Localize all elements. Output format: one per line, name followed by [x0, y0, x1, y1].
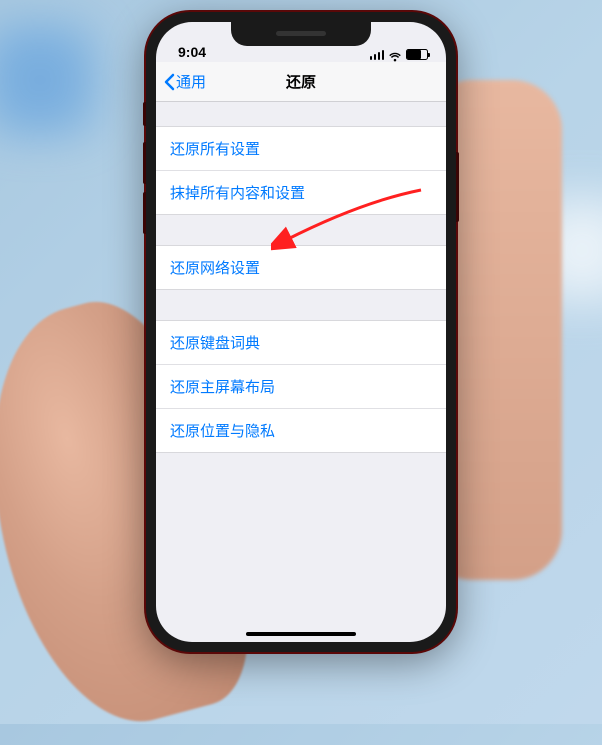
back-button[interactable]: 通用 — [164, 71, 206, 92]
list-item-label: 还原所有设置 — [170, 138, 260, 159]
phone-screen: 9:04 通用 还原 还原所有设置 — [156, 22, 446, 642]
reset-keyboard-dictionary-item[interactable]: 还原键盘词典 — [156, 321, 446, 365]
phone-frame: 9:04 通用 还原 还原所有设置 — [146, 12, 456, 652]
navigation-bar: 通用 还原 — [156, 62, 446, 102]
reset-network-settings-item[interactable]: 还原网络设置 — [156, 246, 446, 289]
list-item-label: 还原键盘词典 — [170, 332, 260, 353]
list-item-label: 还原位置与隐私 — [170, 420, 275, 441]
phone-notch — [231, 22, 371, 46]
background-blur — [532, 200, 602, 300]
background-blur — [0, 20, 100, 140]
reset-home-layout-item[interactable]: 还原主屏幕布局 — [156, 365, 446, 409]
reset-location-privacy-item[interactable]: 还原位置与隐私 — [156, 409, 446, 452]
status-time: 9:04 — [178, 44, 206, 60]
settings-content: 还原所有设置 抹掉所有内容和设置 还原网络设置 还原键盘词典 还原主屏幕布局 — [156, 102, 446, 453]
page-title: 还原 — [286, 71, 316, 92]
erase-all-content-item[interactable]: 抹掉所有内容和设置 — [156, 171, 446, 214]
list-item-label: 还原主屏幕布局 — [170, 376, 275, 397]
list-item-label: 抹掉所有内容和设置 — [170, 182, 305, 203]
reset-all-settings-item[interactable]: 还原所有设置 — [156, 127, 446, 171]
settings-group-1: 还原所有设置 抹掉所有内容和设置 — [156, 126, 446, 215]
signal-icon — [370, 50, 385, 60]
settings-group-3: 还原键盘词典 还原主屏幕布局 还原位置与隐私 — [156, 320, 446, 453]
list-item-label: 还原网络设置 — [170, 257, 260, 278]
battery-icon — [406, 49, 428, 60]
settings-group-2: 还原网络设置 — [156, 245, 446, 290]
back-label: 通用 — [176, 71, 206, 92]
home-indicator[interactable] — [246, 632, 356, 636]
wifi-icon — [388, 50, 402, 60]
chevron-left-icon — [164, 72, 176, 92]
